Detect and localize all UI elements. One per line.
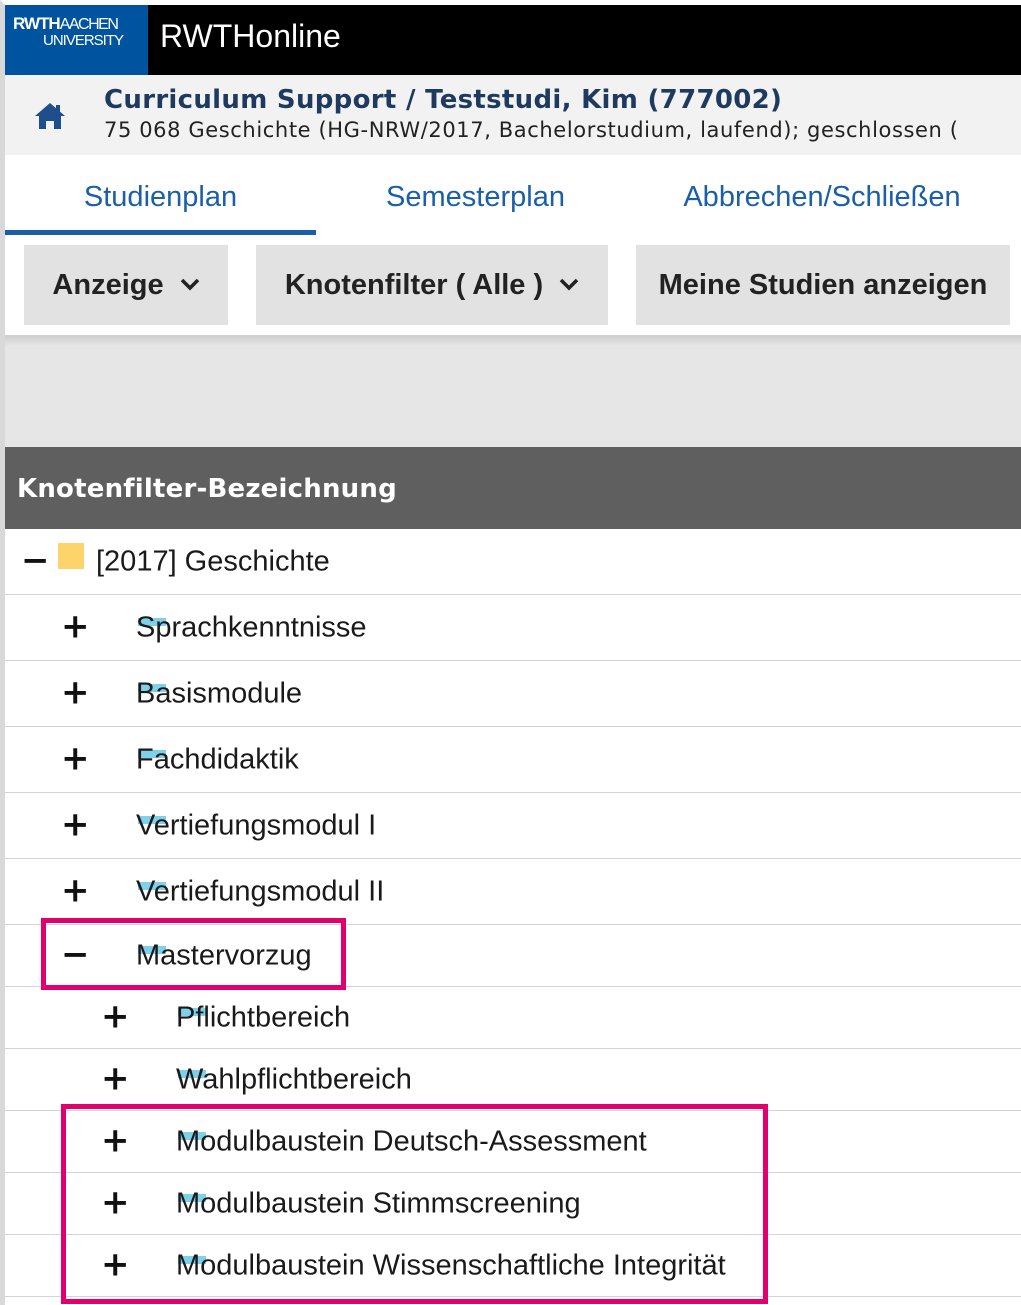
tree-row[interactable]: + Fachdidaktik xyxy=(5,727,1021,793)
app-title[interactable]: RWTHonline xyxy=(160,18,341,55)
expand-plus-icon[interactable]: + xyxy=(61,741,90,775)
expand-plus-icon[interactable]: + xyxy=(61,807,90,841)
context-subtitle: 75 068 Geschichte (HG-NRW/2017, Bachelor… xyxy=(104,118,959,142)
tree-row-label: Fachdidaktik xyxy=(136,743,299,775)
anzeige-dropdown[interactable]: Anzeige xyxy=(24,245,228,325)
context-title: Curriculum Support / Teststudi, Kim (777… xyxy=(104,85,783,115)
top-bar: RWTHAACHEN UNIVERSITY RWTHonline xyxy=(5,5,1021,75)
logo-line1-thin: AACHEN xyxy=(59,16,119,33)
expand-plus-icon[interactable]: + xyxy=(101,1061,130,1095)
anzeige-label: Anzeige xyxy=(52,268,164,301)
collapse-minus-icon[interactable]: − xyxy=(61,937,90,971)
column-header: Knotenfilter-Bezeichnung xyxy=(5,447,1021,529)
tree-row-label: Sprachkenntnisse xyxy=(136,611,367,643)
tab-bar: Studienplan Semesterplan Abbrechen/Schli… xyxy=(5,155,1021,235)
tree-row-label: Basismodule xyxy=(136,677,303,709)
expand-plus-icon[interactable]: + xyxy=(61,675,90,709)
tree-row-label: Modulbaustein Deutsch-Assessment xyxy=(176,1125,647,1157)
tree-row[interactable]: + Vertiefungsmodul II xyxy=(5,859,1021,925)
tree-row[interactable]: + Sprachkenntnisse xyxy=(5,595,1021,661)
collapse-minus-icon[interactable]: − xyxy=(21,543,50,577)
expand-plus-icon[interactable]: + xyxy=(61,873,90,907)
expand-plus-icon[interactable]: + xyxy=(101,1123,130,1157)
tree-row[interactable]: + Modulbaustein Deutsch-Assessment xyxy=(5,1111,1021,1173)
tree-row-label: Mastervorzug xyxy=(136,939,312,971)
logo-line1-bold: RWTH xyxy=(13,14,61,33)
expand-plus-icon[interactable]: + xyxy=(61,609,90,643)
toolbar: Anzeige Knotenfilter ( Alle ) Meine Stud… xyxy=(5,235,1021,335)
tree-row-label: Pflichtbereich xyxy=(176,1001,351,1033)
chevron-down-icon xyxy=(180,278,199,291)
tree-row[interactable]: + Pflichtbereich xyxy=(5,987,1021,1049)
expand-plus-icon[interactable]: + xyxy=(101,999,130,1033)
tree-row[interactable]: + Vertiefungsmodul I xyxy=(5,793,1021,859)
tree-row[interactable]: + Modulbaustein Wissenschaftliche Integri… xyxy=(5,1235,1021,1297)
tree-row-label: Vertiefungsmodul I xyxy=(136,809,377,841)
tree-row-label: Wahlpflichtbereich xyxy=(176,1063,412,1095)
tree-list: − [2017] Geschichte + Sprachkenntnisse + Basi… xyxy=(5,529,1021,1297)
tree-row[interactable]: + Modulbaustein Stimmscreening xyxy=(5,1173,1021,1235)
tree-row-label: [2017] Geschichte xyxy=(96,545,330,577)
meine-studien-button[interactable]: Meine Studien anzeigen xyxy=(636,245,1010,325)
tree-row[interactable]: − Mastervorzug xyxy=(5,925,1021,987)
context-header: Curriculum Support / Teststudi, Kim (777… xyxy=(5,75,1021,155)
knotenfilter-dropdown[interactable]: Knotenfilter ( Alle ) xyxy=(256,245,608,325)
chevron-down-icon xyxy=(559,278,579,291)
tab-abbrechen-schliessen[interactable]: Abbrechen/Schließen xyxy=(635,155,1009,235)
filter-area xyxy=(5,335,1021,447)
expand-plus-icon[interactable]: + xyxy=(101,1247,130,1281)
tree-row[interactable]: + Wahlpflichtbereich xyxy=(5,1049,1021,1111)
tree-row[interactable]: − [2017] Geschichte xyxy=(5,529,1021,595)
tab-semesterplan[interactable]: Semesterplan xyxy=(316,155,635,235)
tree-row-label: Vertiefungsmodul II xyxy=(136,875,385,907)
logo-line2: UNIVERSITY xyxy=(43,32,124,49)
tree-row-label: Modulbaustein Stimmscreening xyxy=(176,1187,581,1219)
tree-row[interactable]: + Basismodule xyxy=(5,661,1021,727)
knotenfilter-label: Knotenfilter ( Alle ) xyxy=(284,268,544,301)
home-icon[interactable] xyxy=(33,101,67,131)
tree-row-label: Modulbaustein Wissenschaftliche Integrit… xyxy=(176,1249,726,1281)
tab-studienplan[interactable]: Studienplan xyxy=(5,155,316,235)
folder-icon xyxy=(58,543,84,569)
expand-plus-icon[interactable]: + xyxy=(101,1185,130,1219)
rwth-logo[interactable]: RWTHAACHEN UNIVERSITY xyxy=(5,5,148,75)
logo-line1: RWTHAACHEN xyxy=(13,14,119,34)
